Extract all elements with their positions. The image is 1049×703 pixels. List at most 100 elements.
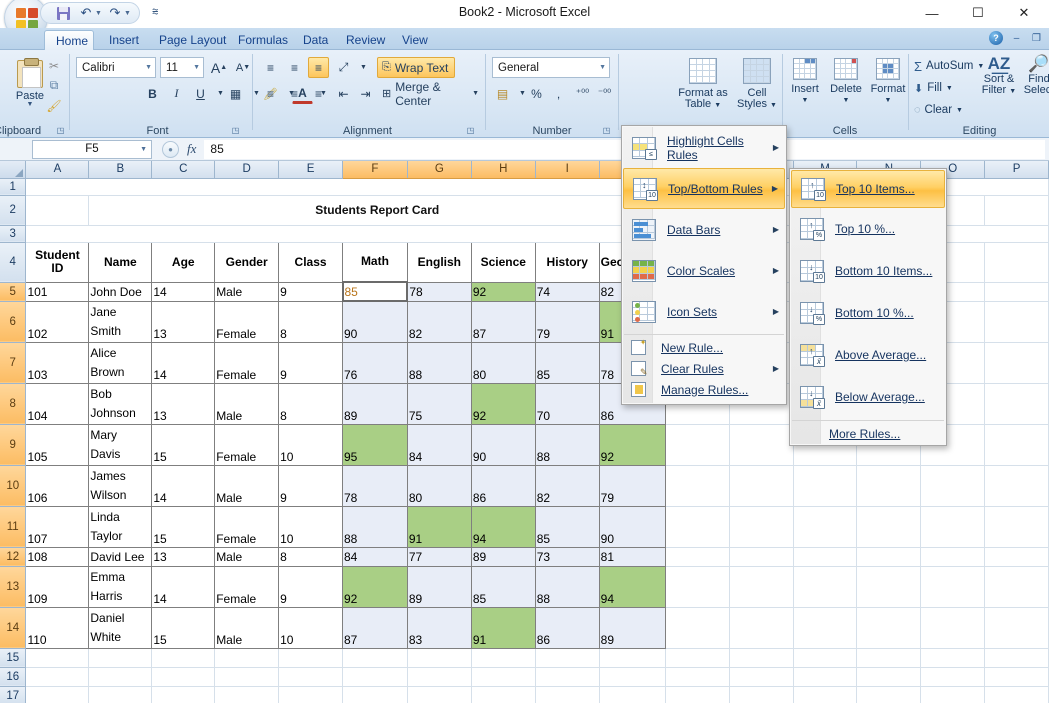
merge-center-button[interactable]: ⊞ Merge & Center ▼: [377, 80, 480, 108]
cell-i6[interactable]: 79: [534, 300, 600, 343]
cell-p2[interactable]: [984, 195, 1049, 226]
fx-icon[interactable]: fx: [187, 141, 196, 157]
help-icon[interactable]: ?: [989, 31, 1003, 45]
row-header-4[interactable]: 4: [0, 242, 27, 283]
cell-f10[interactable]: 78: [342, 464, 408, 507]
header-science[interactable]: Science: [470, 241, 536, 283]
tab-formulas[interactable]: Formulas: [227, 30, 299, 50]
cell-e8[interactable]: 8: [278, 382, 343, 425]
cell-styles-button[interactable]: Cell Styles ▼: [730, 53, 784, 135]
clear-button[interactable]: ◌ Clear ▼: [914, 100, 963, 120]
menu-item-manage-rules[interactable]: Manage Rules...: [623, 379, 785, 400]
cell-g5[interactable]: 78: [406, 281, 472, 302]
cell-a10[interactable]: 106: [25, 464, 90, 507]
cell-a2[interactable]: [25, 195, 90, 226]
row-header-5[interactable]: 5: [0, 282, 27, 302]
menu-item-clear-rules[interactable]: ✎ Clear Rules ▶: [623, 358, 785, 379]
header-english[interactable]: English: [406, 241, 472, 283]
ribbon-minimize-button[interactable]: –: [1010, 33, 1023, 44]
menu-item-new-rule[interactable]: ✦ New Rule...: [623, 337, 785, 358]
cell-p4[interactable]: [984, 242, 1049, 283]
cell-e10[interactable]: 9: [278, 464, 343, 507]
cell-b9[interactable]: Mary Davis: [88, 423, 153, 466]
cell-i13[interactable]: 88: [534, 565, 600, 608]
cell-e11[interactable]: 10: [278, 505, 343, 548]
cell-f9[interactable]: 95: [342, 423, 408, 466]
submenu-item-bottom-10-items[interactable]: 10 ↓ Bottom 10 Items...: [791, 250, 945, 292]
cell-h7[interactable]: 80: [470, 341, 536, 384]
cell-e7[interactable]: 9: [278, 341, 343, 384]
cell-j10[interactable]: 79: [598, 464, 667, 507]
copy-button[interactable]: ⧉: [44, 76, 64, 95]
cell-j12[interactable]: 81: [598, 546, 667, 567]
menu-item-highlight-cells-rules[interactable]: ≤ Highlight Cells Rules ▶: [623, 127, 785, 168]
format-cells-button[interactable]: Format ▼: [866, 53, 910, 135]
orientation-button[interactable]: ⤢: [333, 57, 354, 78]
align-right-button[interactable]: ≡: [308, 83, 329, 104]
cell-c5[interactable]: 14: [151, 281, 216, 302]
row-header-14[interactable]: 14: [0, 607, 27, 649]
number-dialog-launcher[interactable]: ◳: [601, 125, 612, 136]
cell-a9[interactable]: 105: [25, 423, 90, 466]
decrease-indent-button[interactable]: ⇤: [333, 83, 354, 104]
header-class[interactable]: Class: [278, 241, 343, 283]
cell-f12[interactable]: 84: [342, 546, 408, 567]
cell-g12[interactable]: 77: [406, 546, 472, 567]
cell-h13[interactable]: 85: [470, 565, 536, 608]
column-header-p[interactable]: P: [984, 161, 1049, 179]
menu-item-top-bottom-rules[interactable]: 10 ↕ Top/Bottom Rules ▶: [623, 168, 785, 209]
row-header-6[interactable]: 6: [0, 301, 27, 343]
clipboard-dialog-launcher[interactable]: ◳: [55, 125, 66, 136]
menu-item-color-scales[interactable]: Color Scales ▶: [623, 250, 785, 291]
cell-j13[interactable]: 94: [598, 565, 667, 608]
row-header-13[interactable]: 13: [0, 566, 27, 608]
font-dialog-launcher[interactable]: ◳: [230, 125, 241, 136]
cell-e13[interactable]: 9: [278, 565, 343, 608]
insert-cells-dropdown-icon[interactable]: ▼: [802, 95, 809, 107]
cell-d6[interactable]: Female: [214, 300, 280, 343]
alignment-dialog-launcher[interactable]: ◳: [465, 125, 476, 136]
header-student-id[interactable]: Student ID: [25, 241, 90, 283]
cell-i9[interactable]: 88: [534, 423, 600, 466]
cell-h10[interactable]: 86: [470, 464, 536, 507]
cell-g6[interactable]: 82: [406, 300, 472, 343]
increase-indent-button[interactable]: ⇥: [355, 83, 376, 104]
ribbon-restore-button[interactable]: ❐: [1030, 33, 1043, 44]
tab-page-layout[interactable]: Page Layout: [148, 30, 237, 50]
cell-c7[interactable]: 14: [151, 341, 216, 384]
cell-g8[interactable]: 75: [406, 382, 472, 425]
cell-h11[interactable]: 94: [470, 505, 536, 548]
tab-review[interactable]: Review: [335, 30, 396, 50]
cell-d8[interactable]: Male: [214, 382, 280, 425]
cell-i12[interactable]: 73: [534, 546, 600, 567]
borders-button[interactable]: ▦: [225, 83, 246, 104]
header-age[interactable]: Age: [151, 241, 216, 283]
header-history[interactable]: History: [534, 241, 600, 283]
cell-e12[interactable]: 8: [278, 546, 343, 567]
decrease-decimal-button[interactable]: ⁻⁰⁰: [594, 83, 615, 104]
cell-a6[interactable]: 102: [25, 300, 90, 343]
cell-a13[interactable]: 109: [25, 565, 90, 608]
cell-h14[interactable]: 91: [470, 606, 536, 649]
submenu-item-more-rules[interactable]: More Rules...: [791, 423, 945, 444]
close-button[interactable]: ✕: [1001, 0, 1047, 26]
fill-dropdown-icon[interactable]: ▼: [946, 85, 953, 92]
menu-item-icon-sets[interactable]: Icon Sets ▶: [623, 291, 785, 332]
header-math[interactable]: Math: [342, 241, 408, 283]
name-box-dropdown-icon[interactable]: ▼: [140, 146, 147, 153]
cell-d5[interactable]: Male: [214, 281, 280, 302]
row-header-3[interactable]: 3: [0, 225, 27, 243]
select-all-button[interactable]: [0, 161, 27, 179]
cell-f6[interactable]: 90: [342, 300, 408, 343]
wrap-text-button[interactable]: ⎘ Wrap Text: [377, 57, 455, 78]
cell-d11[interactable]: Female: [214, 505, 280, 548]
font-size-dropdown-icon[interactable]: ▼: [193, 64, 200, 71]
cell-i8[interactable]: 70: [534, 382, 600, 425]
cell-b7[interactable]: Alice Brown: [88, 341, 153, 384]
font-name-dropdown-icon[interactable]: ▼: [145, 64, 152, 71]
cell-g7[interactable]: 88: [406, 341, 472, 384]
italic-button[interactable]: I: [166, 83, 187, 104]
cell-c12[interactable]: 13: [151, 546, 216, 567]
cell-styles-dropdown-icon[interactable]: ▼: [770, 102, 777, 109]
cell-g13[interactable]: 89: [406, 565, 472, 608]
